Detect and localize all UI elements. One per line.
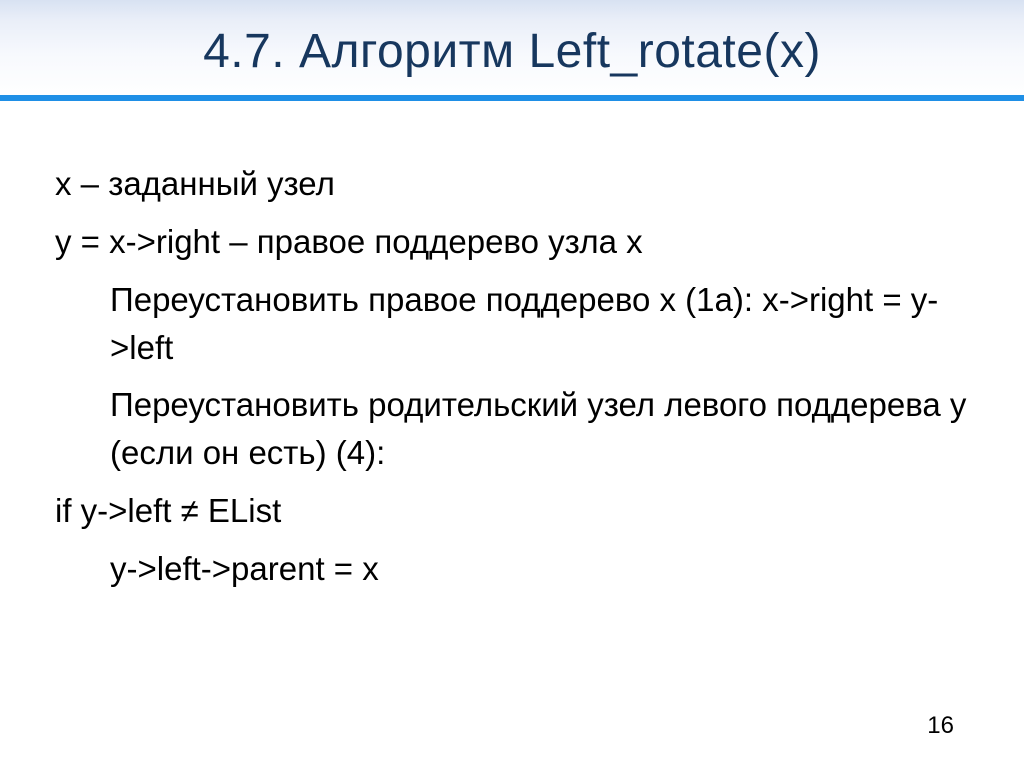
- line-2: y = x->right – правое поддерево узла x: [55, 218, 969, 266]
- title-underline: [0, 95, 1024, 101]
- slide-title: 4.7. Алгоритм Left_rotate(x): [0, 24, 1024, 79]
- line-1: x – заданный узел: [55, 160, 969, 208]
- line-4: Переустановить родительский узел левого …: [55, 381, 969, 477]
- slide: 4.7. Алгоритм Left_rotate(x) x – заданны…: [0, 0, 1024, 768]
- slide-body: x – заданный узел y = x->right – правое …: [55, 160, 969, 603]
- line-3: Переустановить правое поддерево x (1a): …: [55, 276, 969, 372]
- line-5: if y->left ≠ EList: [55, 487, 969, 535]
- line-6: y->left->parent = x: [55, 545, 969, 593]
- page-number: 16: [927, 712, 954, 740]
